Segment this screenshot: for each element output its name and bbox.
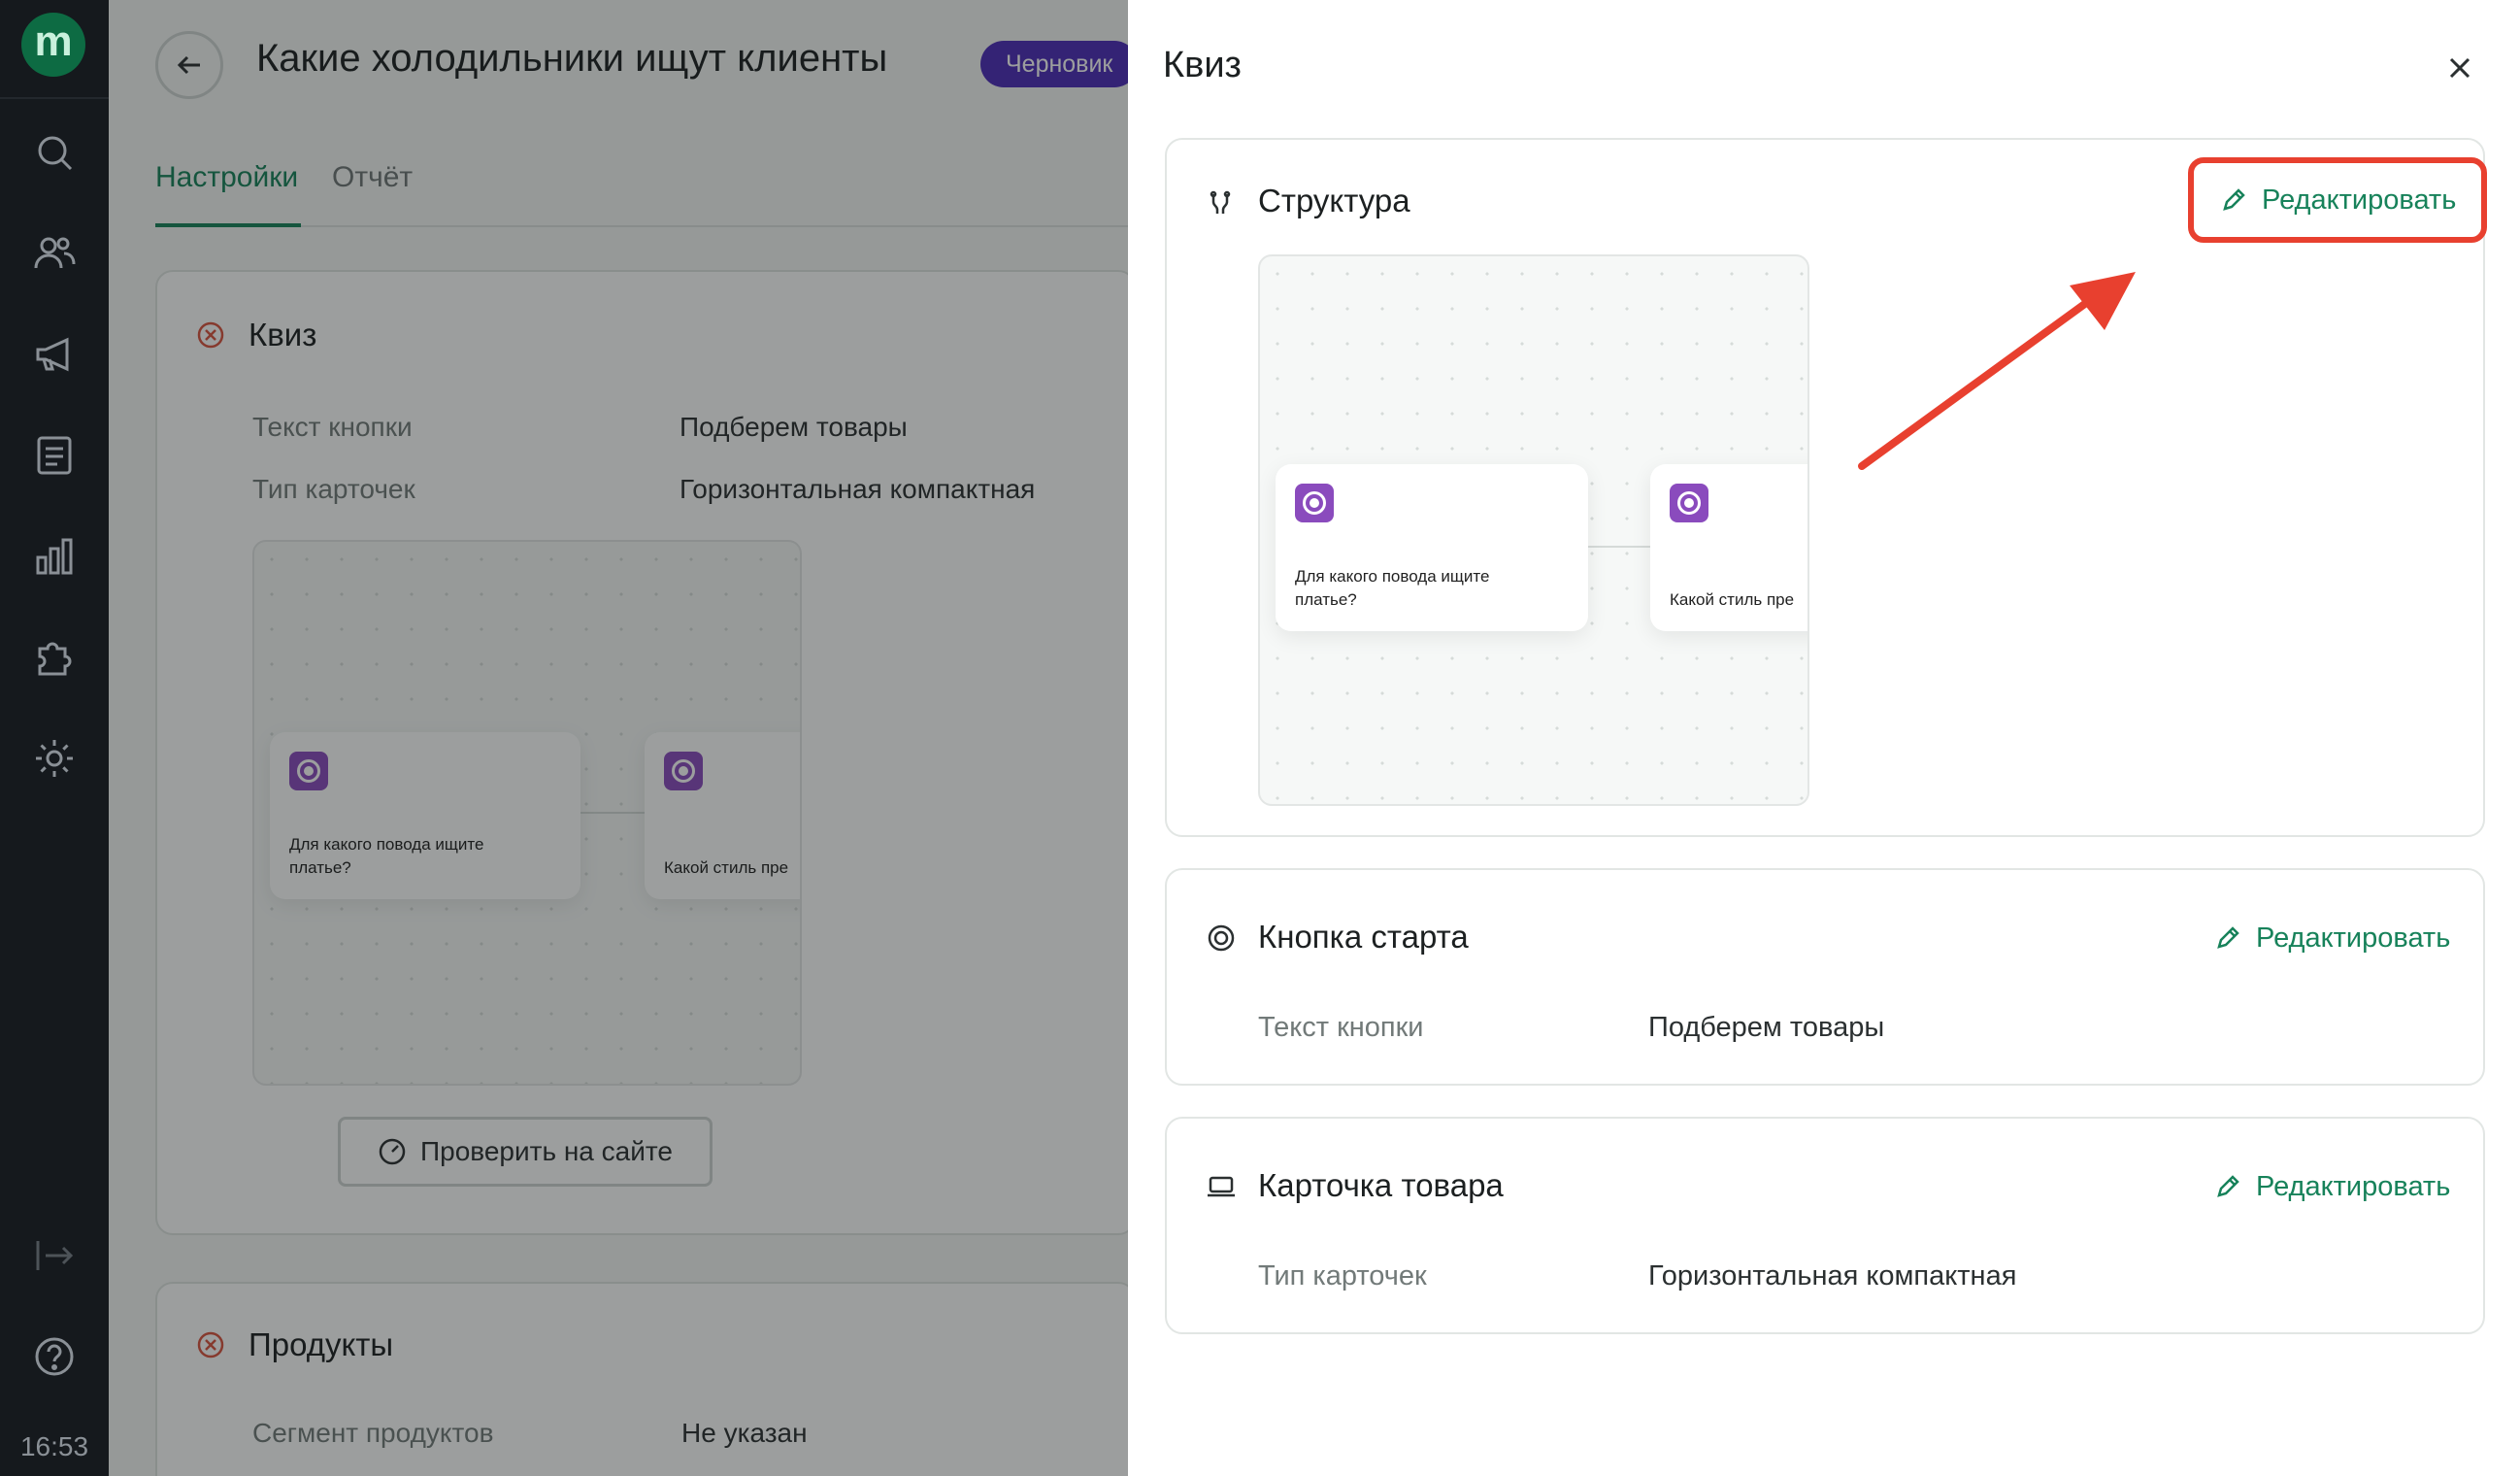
pencil-icon bbox=[2217, 1175, 2239, 1197]
app-logo[interactable]: m bbox=[21, 13, 85, 77]
pencil-icon bbox=[2217, 926, 2239, 949]
megaphone-icon[interactable] bbox=[32, 332, 77, 377]
start-button-text-label: Текст кнопки bbox=[1258, 1012, 1424, 1043]
modal-backdrop[interactable] bbox=[109, 0, 1128, 1476]
close-icon[interactable] bbox=[2442, 50, 2477, 85]
start-button-title: Кнопка старта bbox=[1258, 919, 1469, 955]
branching-icon bbox=[1210, 190, 1231, 214]
edit-start-button[interactable]: Редактировать bbox=[2213, 909, 2450, 967]
quiz-node: Для какого повода ищите платье? bbox=[1276, 464, 1588, 631]
radio-question-icon bbox=[1295, 484, 1334, 522]
exit-icon[interactable] bbox=[32, 1233, 77, 1278]
start-button-card: Кнопка старта Редактировать Текст кнопки… bbox=[1165, 868, 2485, 1086]
target-icon bbox=[1208, 924, 1235, 952]
quiz-drawer: Квиз Структура Редактировать Для какого … bbox=[1128, 0, 2520, 1476]
card-type-label: Тип карточек bbox=[1258, 1260, 1427, 1292]
search-icon[interactable] bbox=[32, 130, 77, 175]
structure-title: Структура bbox=[1258, 183, 1410, 218]
drawer-title: Квиз bbox=[1163, 45, 1242, 85]
product-card-card: Карточка товара Редактировать Тип карточ… bbox=[1165, 1117, 2485, 1334]
gear-icon[interactable] bbox=[32, 736, 77, 781]
puzzle-icon[interactable] bbox=[32, 635, 77, 680]
quiz-node-text: Какой стиль пре bbox=[1670, 590, 1795, 609]
laptop-icon bbox=[1208, 1176, 1235, 1197]
help-icon[interactable] bbox=[32, 1334, 77, 1379]
sidebar: m 16:53 bbox=[0, 0, 109, 1476]
quiz-node: Какой стиль пре bbox=[1650, 464, 1807, 631]
product-card-title: Карточка товара bbox=[1258, 1167, 1504, 1203]
quiz-node-text: Для какого повода ищите платье? bbox=[1295, 567, 1490, 609]
users-icon[interactable] bbox=[32, 231, 77, 276]
start-button-text-value: Подберем товары bbox=[1648, 1012, 1885, 1043]
card-type-value: Горизонтальная компактная bbox=[1648, 1260, 2017, 1292]
edit-product-card-button[interactable]: Редактировать bbox=[2213, 1157, 2450, 1216]
edit-label: Редактировать bbox=[2256, 1170, 2451, 1202]
clock: 16:53 bbox=[19, 1431, 89, 1461]
document-icon[interactable] bbox=[32, 433, 77, 478]
edit-label: Редактировать bbox=[2262, 184, 2457, 216]
annotation-arrow bbox=[1858, 272, 2136, 470]
structure-card: Структура Редактировать Для какого повод… bbox=[1165, 138, 2488, 837]
edit-label: Редактировать bbox=[2256, 922, 2451, 954]
pencil-icon bbox=[2223, 188, 2245, 211]
edit-structure-button[interactable]: Редактировать bbox=[2188, 157, 2488, 243]
radio-question-icon bbox=[1670, 484, 1708, 522]
sidebar-divider bbox=[0, 97, 109, 99]
node-connector bbox=[1576, 546, 1654, 548]
chart-icon[interactable] bbox=[32, 534, 77, 579]
structure-preview: Для какого повода ищите платье? Какой ст… bbox=[1258, 254, 1809, 806]
